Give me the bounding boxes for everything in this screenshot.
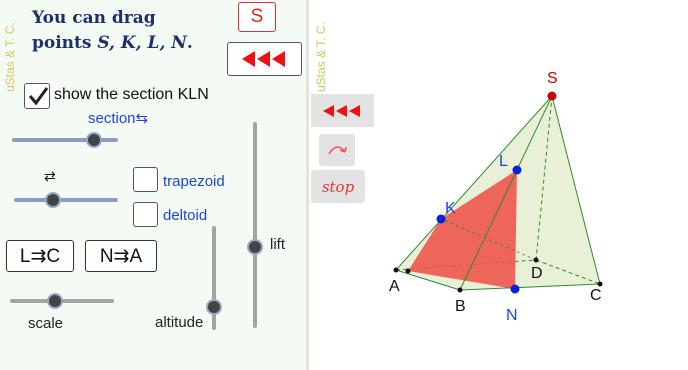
instruction-suffix: . <box>186 33 193 53</box>
pyramid-figure: S K L N A B C D <box>389 70 603 324</box>
section-slider-knob[interactable] <box>86 132 102 148</box>
rewind-button[interactable] <box>227 42 302 76</box>
section-polygon <box>408 170 517 289</box>
instruction-line-1: You can drag <box>32 8 156 28</box>
checkmark-icon <box>28 87 49 106</box>
label-S: S <box>547 70 558 87</box>
l-to-c-button[interactable]: L⇉C <box>6 240 74 272</box>
label-C: C <box>590 287 602 304</box>
deltoid-label: deltoid <box>163 207 208 224</box>
show-s-button[interactable]: S <box>238 2 276 32</box>
deltoid-checkbox[interactable] <box>133 202 158 227</box>
point-A <box>393 267 399 273</box>
lift-slider-knob[interactable] <box>247 239 263 255</box>
label-N: N <box>506 307 518 324</box>
instruction-line-2: points S, K, L, N. <box>32 31 232 56</box>
n-to-a-button[interactable]: N⇉A <box>85 240 157 272</box>
label-D: D <box>531 265 543 282</box>
scale-slider-knob[interactable] <box>47 293 63 309</box>
show-section-checkbox[interactable] <box>24 83 50 109</box>
altitude-slider[interactable] <box>206 226 222 330</box>
lift-slider[interactable] <box>247 122 263 328</box>
lift-label: lift <box>270 236 285 253</box>
point-C <box>597 281 603 287</box>
s-button-label: S <box>250 6 264 27</box>
point-S[interactable] <box>547 91 557 101</box>
rewind-triple-triangle-icon <box>242 51 287 67</box>
swap-slider[interactable] <box>14 192 118 208</box>
point-B <box>457 287 463 293</box>
swap-slider-knob[interactable] <box>45 192 61 208</box>
label-K: K <box>445 200 456 217</box>
n-to-a-label: N⇉A <box>99 245 143 267</box>
section-slider-label: section⇆ <box>88 110 149 127</box>
instruction-prefix: points <box>32 33 98 53</box>
section-slider[interactable] <box>12 132 118 148</box>
scale-slider[interactable] <box>10 293 114 309</box>
trapezoid-checkbox[interactable] <box>133 167 158 192</box>
altitude-label: altitude <box>155 314 204 331</box>
l-to-c-label: L⇉C <box>19 245 61 267</box>
credit-text-left: uStas & T. C. <box>3 22 17 92</box>
show-section-label: show the section KLN <box>54 86 209 103</box>
point-N[interactable] <box>510 284 520 294</box>
point-section-base <box>405 268 411 274</box>
instruction-points: S, K, L, N <box>97 33 187 53</box>
swap-slider-label: ⇄ <box>44 168 56 184</box>
label-A: A <box>389 278 400 295</box>
instruction-text: You can drag points S, K, L, N. <box>32 6 232 56</box>
altitude-slider-knob[interactable] <box>206 299 222 315</box>
point-D <box>533 257 539 263</box>
point-L[interactable] <box>512 165 522 175</box>
scale-label: scale <box>28 315 64 332</box>
trapezoid-label: trapezoid <box>163 173 225 190</box>
label-L: L <box>499 153 508 170</box>
label-B: B <box>455 298 466 315</box>
